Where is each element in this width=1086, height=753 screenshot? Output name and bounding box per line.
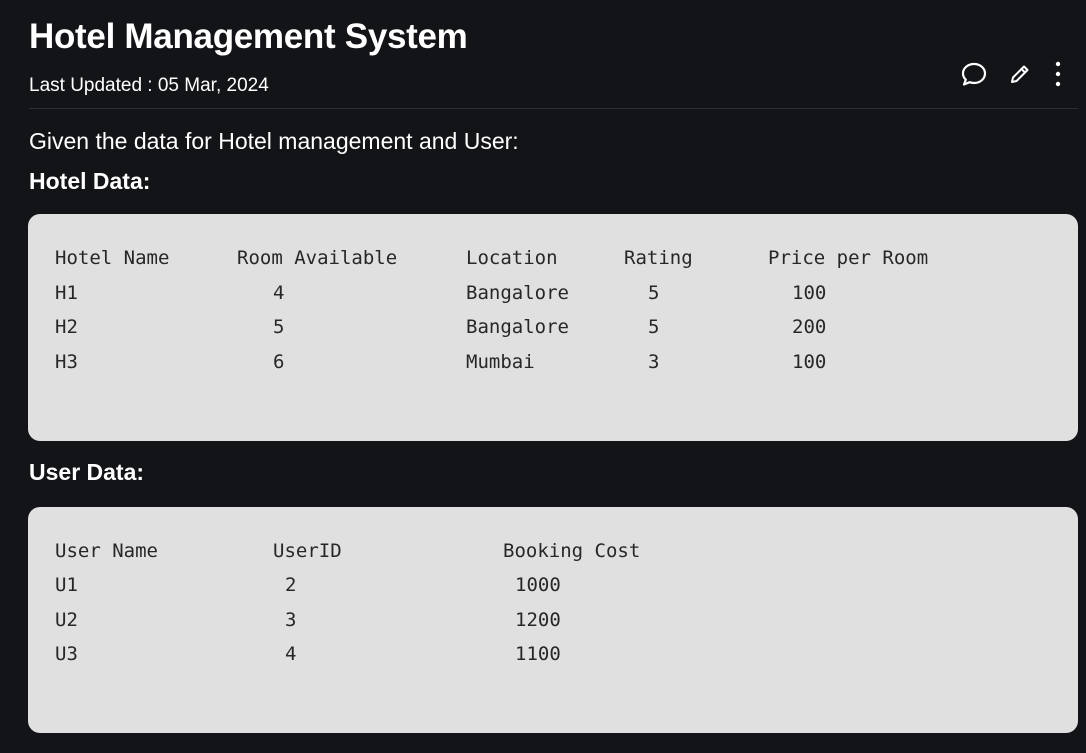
user-name-cell: U2 <box>55 609 78 631</box>
user-header-cost: Booking Cost <box>503 540 641 562</box>
last-updated: Last Updated : 05 Mar, 2024 <box>29 75 269 96</box>
price-cell: 200 <box>792 316 827 338</box>
hotel-header-rooms: Room Available <box>237 247 398 269</box>
header-divider <box>29 108 1078 109</box>
rating-cell: 5 <box>648 282 660 304</box>
hotel-header-name: Hotel Name <box>55 247 170 269</box>
price-cell: 100 <box>792 351 827 373</box>
rating-cell: 5 <box>648 316 660 338</box>
table-row: H1 4 Bangalore 5 100 <box>28 282 1078 306</box>
rooms-cell: 4 <box>273 282 285 304</box>
price-cell: 100 <box>792 282 827 304</box>
user-header-id: UserID <box>273 540 342 562</box>
location-cell: Bangalore <box>466 316 569 338</box>
rooms-cell: 6 <box>273 351 285 373</box>
location-cell: Mumbai <box>466 351 535 373</box>
location-cell: Bangalore <box>466 282 569 304</box>
pencil-icon[interactable] <box>1004 58 1036 90</box>
user-data-heading: User Data: <box>29 459 145 485</box>
table-row: U1 2 1000 <box>28 574 1078 598</box>
more-vertical-icon[interactable] <box>1042 58 1074 90</box>
table-row: U3 4 1100 <box>28 643 1078 667</box>
page-title: Hotel Management System <box>29 17 468 56</box>
table-row: H2 5 Bangalore 5 200 <box>28 316 1078 340</box>
hotel-header-location: Location <box>466 247 558 269</box>
hotel-data-code-block: Hotel Name Room Available Location Ratin… <box>28 214 1078 441</box>
user-id-cell: 3 <box>285 609 297 631</box>
user-id-cell: 2 <box>285 574 297 596</box>
intro-text: Given the data for Hotel management and … <box>29 128 519 154</box>
user-id-cell: 4 <box>285 643 297 665</box>
user-data-code-block: User Name UserID Booking Cost U1 2 1000 … <box>28 507 1078 733</box>
user-header-name: User Name <box>55 540 158 562</box>
user-name-cell: U1 <box>55 574 78 596</box>
article-actions <box>958 58 1070 90</box>
hotel-header-row: Hotel Name Room Available Location Ratin… <box>28 247 1078 271</box>
hotel-name-cell: H2 <box>55 316 78 338</box>
booking-cost-cell: 1200 <box>515 609 561 631</box>
hotel-name-cell: H1 <box>55 282 78 304</box>
comment-icon[interactable] <box>958 58 990 90</box>
table-row: U2 3 1200 <box>28 609 1078 633</box>
hotel-name-cell: H3 <box>55 351 78 373</box>
hotel-header-price: Price per Room <box>768 247 929 269</box>
rating-cell: 3 <box>648 351 660 373</box>
user-name-cell: U3 <box>55 643 78 665</box>
hotel-header-rating: Rating <box>624 247 693 269</box>
hotel-data-heading: Hotel Data: <box>29 168 151 194</box>
table-row: H3 6 Mumbai 3 100 <box>28 351 1078 375</box>
rooms-cell: 5 <box>273 316 285 338</box>
article-page: Hotel Management System Last Updated : 0… <box>0 0 1086 753</box>
user-header-row: User Name UserID Booking Cost <box>28 540 1078 564</box>
booking-cost-cell: 1000 <box>515 574 561 596</box>
booking-cost-cell: 1100 <box>515 643 561 665</box>
